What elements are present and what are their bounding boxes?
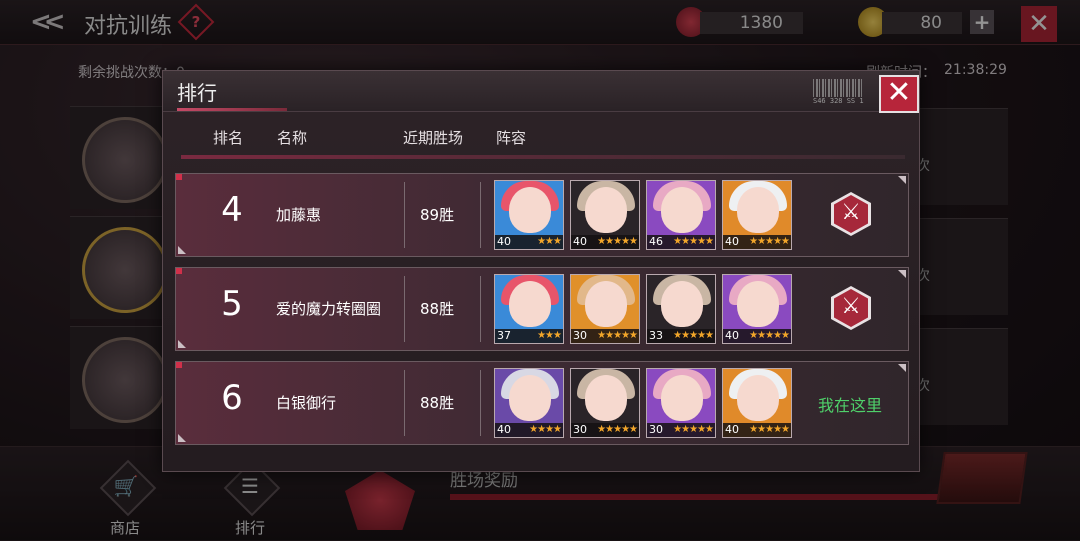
character-face <box>661 281 703 327</box>
col-header-name: 名称 <box>277 129 308 147</box>
character-portrait[interactable]: 40 ★★★★★ <box>722 274 792 344</box>
character-portrait[interactable]: 40 ★★★★ <box>494 368 564 438</box>
character-level: 40 <box>725 235 739 248</box>
character-portrait[interactable]: 33 ★★★★★ <box>646 274 716 344</box>
ranking-row: 5 爱的魔力转圈圈 88胜 37 ★★★ 30 ★★★★★ 33 ★★★★★ 4… <box>175 267 909 351</box>
character-face <box>585 187 627 233</box>
corner-mark <box>178 340 186 348</box>
corner-mark <box>898 270 906 278</box>
character-face <box>661 187 703 233</box>
character-portrait[interactable]: 40 ★★★★★ <box>570 180 640 250</box>
character-level: 30 <box>573 329 587 342</box>
character-level: 30 <box>573 423 587 436</box>
character-stars: ★★★★★ <box>749 424 790 435</box>
you-are-here-label: 我在这里 <box>818 396 883 415</box>
character-portrait[interactable]: 30 ★★★★★ <box>570 368 640 438</box>
modal-header: 排行 S46 328 SS 1 ✕ <box>163 71 919 113</box>
character-level: 40 <box>573 235 587 248</box>
ranking-row: 6 白银御行 88胜 40 ★★★★ 30 ★★★★★ 30 ★★★★★ 40 … <box>175 361 909 445</box>
corner-mark <box>898 364 906 372</box>
character-portrait[interactable]: 46 ★★★★★ <box>646 180 716 250</box>
corner-mark <box>898 176 906 184</box>
team-lineup: 40 ★★★ 40 ★★★★★ 46 ★★★★★ 40 ★★★★★ <box>494 180 804 250</box>
player-name: 加藤惠 <box>276 206 322 224</box>
character-level: 30 <box>649 423 663 436</box>
character-face <box>585 375 627 421</box>
barcode-text: S46 328 SS 1 <box>813 97 864 105</box>
col-header-wins: 近期胜场 <box>403 129 464 147</box>
character-portrait[interactable]: 40 ★★★★★ <box>722 180 792 250</box>
character-level: 40 <box>725 423 739 436</box>
team-lineup: 40 ★★★★ 30 ★★★★★ 30 ★★★★★ 40 ★★★★★ <box>494 368 804 438</box>
recent-wins: 88胜 <box>420 394 455 412</box>
character-stars: ★★★★★ <box>749 330 790 341</box>
character-stars: ★★★★★ <box>597 236 638 247</box>
crossed-swords-icon: ⚔ <box>841 294 861 319</box>
character-face <box>737 281 779 327</box>
col-header-team: 阵容 <box>496 129 527 147</box>
rank-number: 6 <box>221 378 243 418</box>
corner-mark <box>178 434 186 442</box>
character-portrait[interactable]: 30 ★★★★★ <box>646 368 716 438</box>
divider <box>480 370 481 436</box>
character-portrait[interactable]: 40 ★★★ <box>494 180 564 250</box>
col-header-rank: 排名 <box>213 129 244 147</box>
modal-title: 排行 <box>177 81 217 105</box>
character-portrait[interactable]: 40 ★★★★★ <box>722 368 792 438</box>
character-level: 40 <box>497 235 511 248</box>
character-stars: ★★★★★ <box>673 236 714 247</box>
character-face <box>585 281 627 327</box>
divider <box>404 276 405 342</box>
rank-number: 4 <box>221 190 243 230</box>
character-level: 40 <box>497 423 511 436</box>
header-divider <box>181 155 905 159</box>
character-stars: ★★★★★ <box>597 424 638 435</box>
recent-wins: 88胜 <box>420 300 455 318</box>
divider <box>404 370 405 436</box>
team-lineup: 37 ★★★ 30 ★★★★★ 33 ★★★★★ 40 ★★★★★ <box>494 274 804 344</box>
player-name: 爱的魔力转圈圈 <box>276 300 382 318</box>
ranking-modal: 排行 S46 328 SS 1 ✕ 排名 名称 近期胜场 阵容 4 加藤惠 89… <box>162 70 920 472</box>
character-stars: ★★★★★ <box>673 424 714 435</box>
character-level: 37 <box>497 329 511 342</box>
character-portrait[interactable]: 30 ★★★★★ <box>570 274 640 344</box>
close-modal-button[interactable]: ✕ <box>879 75 919 113</box>
character-stars: ★★★ <box>537 330 562 341</box>
character-portrait[interactable]: 37 ★★★ <box>494 274 564 344</box>
character-face <box>509 375 551 421</box>
character-stars: ★★★ <box>537 236 562 247</box>
ranking-row: 4 加藤惠 89胜 40 ★★★ 40 ★★★★★ 46 ★★★★★ 40 ★★… <box>175 173 909 257</box>
challenge-button[interactable]: ⚔ <box>831 192 871 236</box>
character-stars: ★★★★★ <box>673 330 714 341</box>
crossed-swords-icon: ⚔ <box>841 200 861 225</box>
divider <box>480 276 481 342</box>
character-face <box>661 375 703 421</box>
rank-number: 5 <box>221 284 243 324</box>
divider <box>404 182 405 248</box>
barcode-icon <box>813 79 863 97</box>
character-level: 40 <box>725 329 739 342</box>
character-face <box>509 187 551 233</box>
character-stars: ★★★★ <box>529 424 562 435</box>
character-face <box>737 187 779 233</box>
character-stars: ★★★★★ <box>597 330 638 341</box>
character-level: 46 <box>649 235 663 248</box>
title-underline <box>177 108 287 111</box>
divider <box>480 182 481 248</box>
corner-mark <box>178 246 186 254</box>
recent-wins: 89胜 <box>420 206 455 224</box>
character-face <box>737 375 779 421</box>
challenge-button[interactable]: ⚔ <box>831 286 871 330</box>
character-stars: ★★★★★ <box>749 236 790 247</box>
character-face <box>509 281 551 327</box>
player-name: 白银御行 <box>276 394 337 412</box>
character-level: 33 <box>649 329 663 342</box>
